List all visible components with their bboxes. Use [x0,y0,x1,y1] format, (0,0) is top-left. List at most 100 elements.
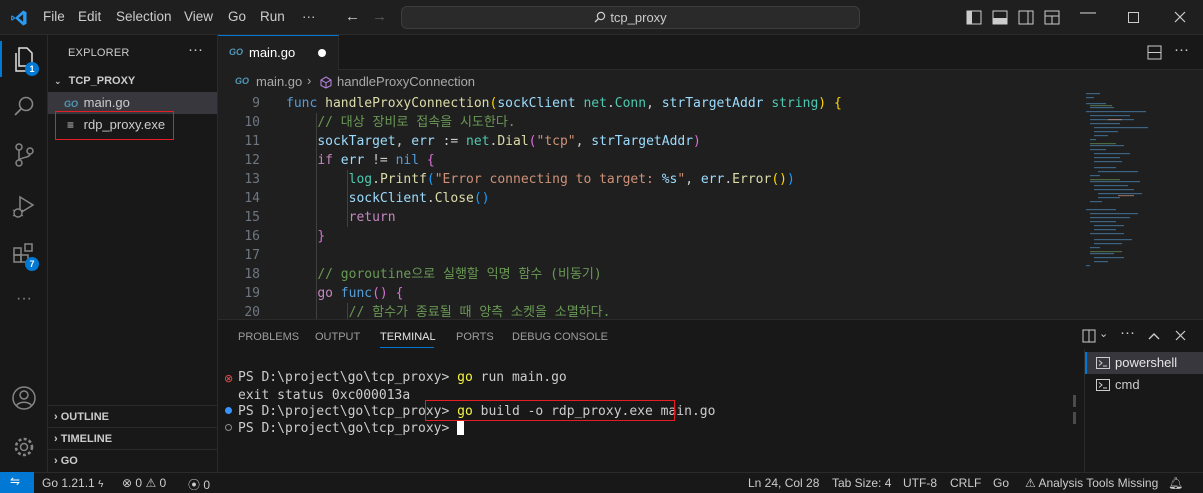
toggle-panel-icon[interactable] [992,10,1008,25]
method-icon [320,76,332,89]
timeline-section[interactable]: › TIMELINE [48,427,217,449]
split-terminal-icon[interactable] [1082,329,1096,343]
menu-file[interactable]: File [43,9,65,24]
panel-more-icon[interactable]: ··· [1120,324,1135,341]
code-line: go func() { [317,286,404,301]
terminal-list: powershell cmd [1084,349,1203,472]
tab-output[interactable]: OUTPUT [315,331,360,343]
code-line: // goroutine으로 실행할 익명 함수 (비동기) [317,267,602,282]
tab-problems[interactable]: PROBLEMS [238,331,299,343]
back-arrow-icon[interactable]: ← [345,8,360,25]
warning-icon: ⚠ [145,476,157,490]
source-control-activity[interactable] [0,133,48,177]
encoding[interactable]: UTF-8 [903,476,937,490]
manage-activity[interactable] [0,425,48,469]
toggle-primary-sidebar-icon[interactable] [966,10,982,25]
outline-section[interactable]: › OUTLINE [48,405,217,427]
editor-more-icon[interactable]: ··· [1174,41,1189,58]
go-version[interactable]: Go 1.21.1 ϟ [42,476,103,490]
close-window-icon[interactable] [1174,11,1186,23]
error-icon: ⊗ [122,476,133,490]
terminal-line[interactable]: PS D:\project\go\tcp_proxy> [238,419,465,438]
explorer-activity[interactable]: 1 [0,38,48,82]
extensions-activity[interactable]: 7 [0,231,48,275]
ports-status[interactable]: ⦿ 0 [188,476,210,493]
menu-edit[interactable]: Edit [78,9,101,24]
line-number: 17 [244,248,260,263]
terminal-cmd-icon [1096,379,1110,391]
customize-layout-icon[interactable] [1044,10,1060,25]
code-line: } [317,229,326,244]
tab-main-go[interactable]: GO main.go [218,35,339,70]
line-number: 12 [244,153,260,168]
status-bar: ⇋ Go 1.21.1 ϟ ⊗ 0 ⚠ 0 ⦿ 0 Ln 24, Col 28 … [0,472,1203,493]
run-debug-activity[interactable] [0,185,48,229]
highlight-box-build-command [425,400,675,421]
activity-bar: 1 7 ··· [0,35,48,472]
terminal-cursor [457,420,465,435]
unsaved-dot-icon[interactable] [318,49,326,57]
code-line: func handleProxyConnection(sockClient ne… [286,96,842,111]
problems-status[interactable]: ⊗ 0 ⚠ 0 [122,476,166,490]
terminal-item-cmd[interactable]: cmd [1085,374,1203,396]
line-number: 15 [244,210,260,225]
success-decoration-icon [225,407,232,414]
tab-ports[interactable]: PORTS [456,331,494,343]
code-line: log.Printf("Error connecting to target: … [348,172,795,187]
cursor-position[interactable]: Ln 24, Col 28 [748,476,819,490]
command-center-search[interactable]: tcp_proxy [401,6,860,29]
minimize-icon[interactable]: — [1080,4,1096,22]
gear-icon [14,437,34,457]
breadcrumb-symbol[interactable]: handleProxyConnection [337,74,475,89]
code-editor[interactable]: 9 func handleProxyConnection(sockClient n… [218,93,1078,319]
minimap[interactable] [1078,93,1193,319]
chevron-down-icon: ⌄ [54,76,62,86]
line-number: 14 [244,191,260,206]
chevron-right-icon: › [307,73,312,88]
extensions-badge: 7 [25,257,39,271]
menu-more[interactable]: ··· [302,9,316,24]
code-line: sockTarget, err := net.Dial("tcp", strTa… [317,134,701,149]
menu-go[interactable]: Go [228,9,246,24]
folder-tcp-proxy[interactable]: ⌄ TCP_PROXY [48,70,217,92]
line-number: 19 [244,286,260,301]
toggle-secondary-sidebar-icon[interactable] [1018,10,1034,25]
chevron-down-icon[interactable]: ⌄ [1099,327,1108,340]
explorer-more-icon[interactable]: ··· [188,41,203,58]
accounts-activity[interactable] [0,376,48,420]
explorer-title: EXPLORER [68,47,130,59]
remote-icon: ⇋ [10,474,21,488]
line-ending[interactable]: CRLF [950,476,981,490]
menu-run[interactable]: Run [260,9,285,24]
indent-guide [347,170,348,227]
tab-terminal[interactable]: TERMINAL [380,331,436,343]
close-panel-icon[interactable] [1175,330,1186,341]
line-number: 10 [244,115,260,130]
more-activity-icon[interactable]: ··· [0,277,48,321]
menu-selection[interactable]: Selection [116,9,172,24]
terminal-scrollbar-mark[interactable] [1073,395,1076,407]
tab-size[interactable]: Tab Size: 4 [832,476,891,490]
language-mode[interactable]: Go [993,476,1009,490]
maximize-icon[interactable] [1128,12,1139,23]
forward-arrow-icon[interactable]: → [372,8,387,25]
code-line: return [348,210,396,225]
analysis-tools-status[interactable]: ⚠ Analysis Tools Missing [1025,476,1158,490]
maximize-panel-icon[interactable] [1148,332,1160,340]
remote-indicator[interactable]: ⇋ [0,472,34,493]
split-editor-icon[interactable] [1147,45,1162,60]
terminal-scrollbar-mark[interactable] [1073,412,1076,424]
source-control-icon [15,143,34,167]
notifications-icon[interactable]: 🔔︎ [1168,476,1183,490]
code-line: // 대상 장비로 접속을 시도한다. [317,115,516,130]
terminal-line: PS D:\project\go\tcp_proxy> go run main.… [238,370,567,385]
go-file-icon: GO [64,99,79,109]
search-activity[interactable] [0,85,48,129]
terminal-item-powershell[interactable]: powershell [1085,352,1203,374]
go-section[interactable]: › GO [48,449,217,471]
breadcrumb-file[interactable]: main.go [256,74,302,89]
tab-debug-console[interactable]: DEBUG CONSOLE [512,331,608,343]
go-file-icon: GO [229,47,244,57]
broadcast-icon: ⦿ [188,478,201,492]
menu-view[interactable]: View [184,9,213,24]
